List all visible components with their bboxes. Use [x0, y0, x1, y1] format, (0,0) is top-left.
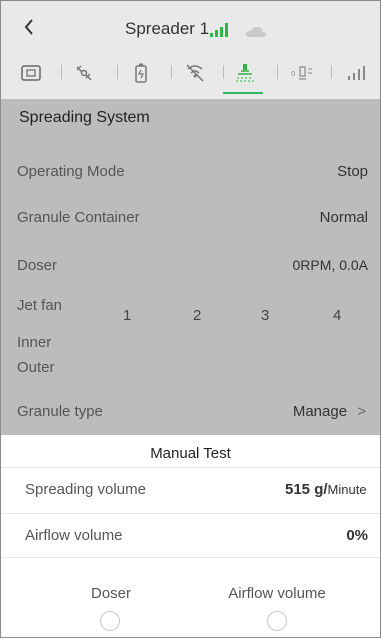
granule-type-manage-link[interactable]: Manage > [293, 403, 366, 420]
divider [1, 467, 380, 468]
manual-test-title: Manual Test [150, 445, 231, 462]
satellite-icon [76, 65, 92, 81]
outer-label: Outer [17, 359, 55, 376]
active-tab-indicator [223, 92, 263, 94]
airflow-toggle-label: Airflow volume [228, 585, 326, 602]
tab-separator [117, 65, 118, 79]
tab-signal[interactable] [339, 57, 375, 89]
tab-no-signal[interactable] [177, 57, 213, 89]
spreading-volume-label: Spreading volume [25, 481, 146, 498]
battery-icon [135, 63, 147, 83]
signal-icon [348, 66, 365, 80]
header: Spreader 1 0 [1, 1, 380, 99]
doser-toggle-label: Doser [90, 585, 131, 602]
tab-battery[interactable] [123, 57, 159, 89]
airflow-volume-label: Airflow volume [25, 527, 123, 544]
page-title: Spreader 1 [125, 19, 210, 38]
tab-separator [223, 65, 224, 79]
doser-label: Doser [17, 257, 58, 274]
signal-strength-icon [210, 23, 228, 37]
tab-separator [171, 65, 172, 79]
inner-label: Inner [17, 334, 52, 351]
divider [1, 557, 380, 558]
operating-mode-label: Operating Mode [17, 163, 125, 180]
granule-container-label: Granule Container [17, 209, 140, 226]
divider [1, 513, 380, 514]
airflow-toggle-radio[interactable] [267, 611, 287, 631]
tab-satellite[interactable] [67, 57, 103, 89]
airflow-volume-value[interactable]: 0% [346, 527, 368, 544]
no-signal-icon [186, 64, 204, 82]
tab-separator [61, 65, 62, 79]
granule-type-value: Manage [292, 403, 348, 420]
tab-spreader[interactable] [227, 57, 263, 89]
fan-number: 2 [193, 307, 202, 324]
spreading-volume-number: 515 g/ [285, 481, 328, 498]
doser-toggle-radio[interactable] [100, 611, 120, 631]
tab-radar[interactable]: 0 [285, 57, 321, 89]
cloud-icon [245, 26, 267, 37]
section-title: Spreading System [19, 109, 150, 126]
svg-text:0: 0 [291, 70, 295, 78]
chevron-right-icon: > [357, 403, 366, 420]
jet-fan-label: Jet fan [17, 297, 63, 314]
device-icon [21, 65, 41, 81]
tab-separator [331, 65, 332, 79]
fan-number: 1 [123, 307, 132, 324]
tab-device[interactable] [13, 57, 49, 89]
chevron-left-icon [24, 19, 33, 35]
fan-number: 3 [261, 307, 270, 324]
operating-mode-value: Stop [337, 163, 368, 180]
granule-type-label: Granule type [17, 403, 103, 420]
spreading-volume-unit: Minute [327, 482, 367, 497]
app-frame: Spreader 1 0 Spreading System Operating … [0, 0, 381, 638]
granule-container-value: Normal [319, 209, 368, 226]
spreading-volume-value[interactable]: 515 g/Minute [285, 481, 367, 498]
doser-value: 0RPM, 0.0A [292, 257, 368, 273]
radar-icon: 0 [291, 66, 312, 80]
fan-number: 4 [333, 307, 342, 324]
back-button[interactable] [23, 17, 35, 41]
tab-bar: 0 [1, 49, 380, 95]
tab-separator [277, 65, 278, 79]
spreader-icon [236, 64, 254, 82]
